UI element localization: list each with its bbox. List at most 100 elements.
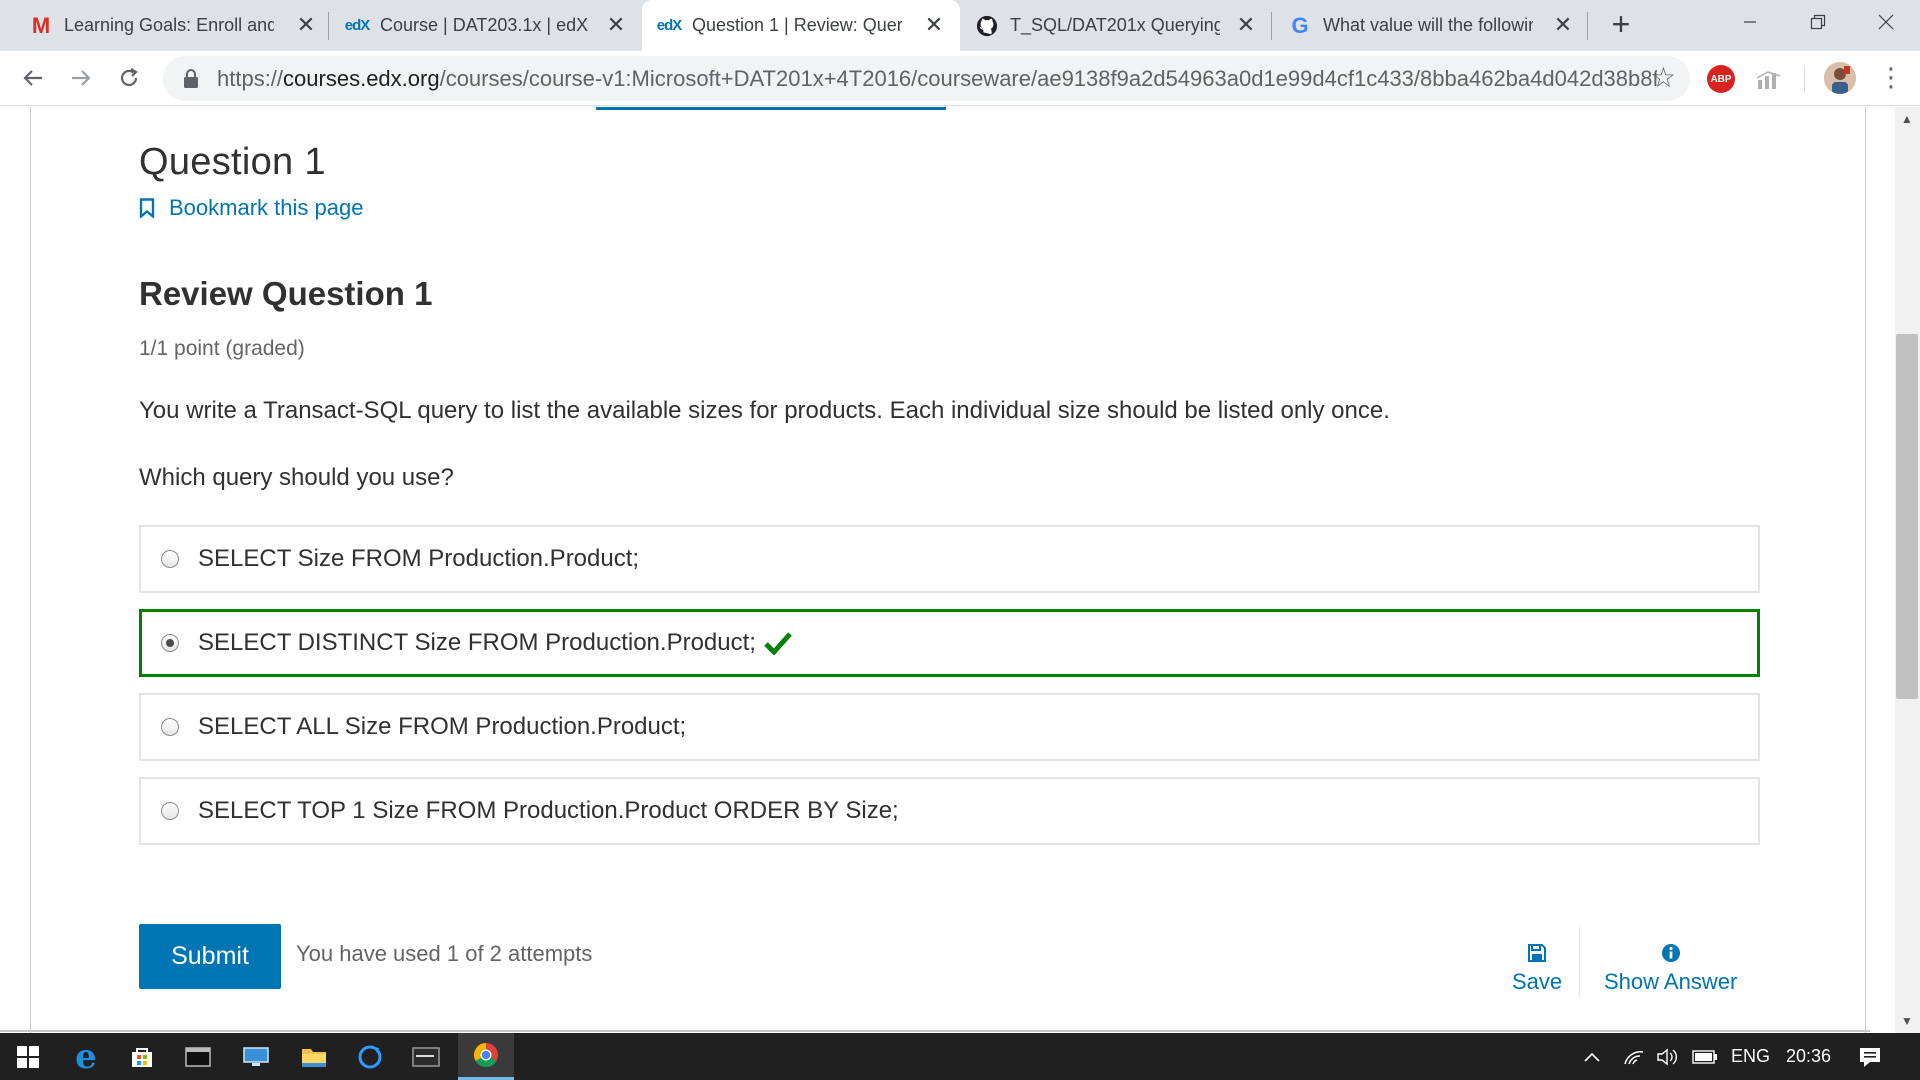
tab-course[interactable]: edX Course | DAT203.1x | edX ✕ <box>330 0 642 51</box>
taskbar-store[interactable] <box>114 1033 170 1080</box>
choice-option[interactable]: SELECT Size FROM Production.Product; <box>139 525 1760 593</box>
close-tab-icon[interactable]: ✕ <box>1234 13 1258 37</box>
content-bottom-border <box>0 1030 1870 1032</box>
page-content: Question 1 Bookmark this page Review Que… <box>0 107 1920 1033</box>
back-button[interactable] <box>16 61 50 95</box>
info-icon <box>1661 944 1680 962</box>
taskbar-sql-tool[interactable] <box>398 1033 454 1080</box>
minimize-button[interactable] <box>1716 0 1784 44</box>
gmail-icon: M <box>31 12 51 38</box>
checkmark-icon <box>764 632 792 655</box>
tab-title: Course | DAT203.1x | edX <box>380 15 589 35</box>
wifi-icon <box>1624 1050 1644 1064</box>
restore-button[interactable] <box>1784 0 1852 44</box>
forward-button[interactable] <box>64 61 98 95</box>
chevron-up-icon <box>1584 1052 1600 1062</box>
reload-button[interactable] <box>112 61 146 95</box>
choice-label: SELECT DISTINCT Size FROM Production.Pro… <box>198 629 756 656</box>
taskbar-file-explorer[interactable] <box>286 1033 342 1080</box>
show-answer-button[interactable]: Show Answer <box>1604 943 1737 995</box>
problem-question: Which query should you use? <box>139 464 454 491</box>
browser-menu-icon[interactable]: ⋮ <box>1878 62 1904 94</box>
windows-logo-icon <box>17 1045 39 1068</box>
start-button[interactable] <box>0 1033 56 1080</box>
adblock-plus-icon[interactable]: ABP <box>1707 65 1735 93</box>
tab-title: Question 1 | Review: Queryi <box>692 15 902 35</box>
radio-button[interactable] <box>161 718 179 736</box>
content-border-left <box>30 107 31 1033</box>
tab-title: T_SQL/DAT201x Querying w <box>1010 15 1220 35</box>
tab-separator <box>328 12 329 40</box>
bookmark-icon <box>139 198 155 218</box>
battery-status[interactable] <box>1692 1033 1718 1080</box>
tab-separator <box>1587 12 1588 40</box>
tab-title: Learning Goals: Enroll and c <box>64 15 274 35</box>
choice-option[interactable]: SELECT ALL Size FROM Production.Product; <box>139 693 1760 761</box>
close-tab-icon[interactable]: ✕ <box>922 13 946 37</box>
language-indicator[interactable]: ENG <box>1731 1033 1770 1080</box>
radio-button[interactable] <box>161 550 179 568</box>
volume-status[interactable] <box>1656 1033 1680 1080</box>
close-tab-icon[interactable]: ✕ <box>1551 13 1575 37</box>
show-hidden-icons[interactable] <box>1583 1033 1601 1080</box>
edge-icon: e <box>75 1036 97 1077</box>
attempts-text: You have used 1 of 2 attempts <box>296 941 593 966</box>
tab-title: What value will the followin <box>1323 15 1533 35</box>
taskbar-app[interactable] <box>342 1033 398 1080</box>
choice-option[interactable]: SELECT TOP 1 Size FROM Production.Produc… <box>139 777 1760 845</box>
close-tab-icon[interactable]: ✕ <box>294 13 318 37</box>
show-answer-label: Show Answer <box>1604 969 1738 994</box>
problem-title: Review Question 1 <box>139 275 433 312</box>
save-label: Save <box>1512 969 1563 994</box>
choice-option-correct[interactable]: SELECT DISTINCT Size FROM Production.Pro… <box>139 609 1760 677</box>
profile-avatar[interactable] <box>1824 62 1856 94</box>
tab-question-active[interactable]: edX Question 1 | Review: Queryi ✕ <box>642 0 960 51</box>
bookmark-star-icon[interactable]: ☆ <box>1651 64 1676 92</box>
problem-points: 1/1 point (graded) <box>139 337 305 360</box>
folder-icon <box>302 1048 326 1067</box>
tab-google[interactable]: G What value will the followin ✕ <box>1273 0 1589 51</box>
taskbar-edge[interactable]: e <box>58 1033 114 1080</box>
close-tab-icon[interactable]: ✕ <box>604 13 628 37</box>
taskbar-terminal[interactable] <box>170 1033 226 1080</box>
radio-button[interactable] <box>161 802 179 820</box>
lock-icon <box>184 68 198 88</box>
choice-label: SELECT Size FROM Production.Product; <box>198 545 640 572</box>
toolbar-separator <box>1804 66 1805 92</box>
bookmark-page-link[interactable]: Bookmark this page <box>139 195 363 221</box>
save-button[interactable]: Save <box>1512 943 1562 995</box>
choice-label: SELECT TOP 1 Size FROM Production.Produc… <box>198 797 899 824</box>
taskbar-remote-desktop[interactable] <box>228 1033 284 1080</box>
taskbar-chrome[interactable] <box>458 1033 514 1080</box>
google-icon: G <box>1291 12 1309 38</box>
edx-icon: edX <box>656 17 683 34</box>
tab-gmail[interactable]: M Learning Goals: Enroll and c ✕ <box>14 0 332 51</box>
action-separator <box>1579 927 1580 997</box>
address-bar[interactable]: https://courses.edx.org/courses/course-v… <box>163 56 1690 101</box>
extension-icon[interactable] <box>1756 70 1782 90</box>
action-center[interactable] <box>1858 1033 1882 1080</box>
content-border-right <box>1865 107 1866 1033</box>
scroll-down-arrow-icon[interactable]: ▼ <box>1899 1014 1915 1028</box>
scrollbar-thumb[interactable] <box>1896 334 1918 699</box>
windows-taskbar: e ENG 20:36 <box>0 1033 1920 1080</box>
scroll-up-arrow-icon[interactable]: ▲ <box>1899 112 1915 126</box>
clock[interactable]: 20:36 <box>1786 1033 1831 1080</box>
refresh-app-icon <box>358 1045 382 1068</box>
store-icon <box>132 1047 152 1067</box>
close-window-button[interactable] <box>1852 0 1920 44</box>
tab-github[interactable]: T_SQL/DAT201x Querying w ✕ <box>960 0 1272 51</box>
reload-icon <box>120 68 138 87</box>
edx-icon: edX <box>344 17 371 34</box>
radio-button-selected[interactable] <box>161 634 179 652</box>
page-title: Question 1 <box>139 141 326 183</box>
wifi-status[interactable] <box>1623 1033 1645 1080</box>
tab-strip: M Learning Goals: Enroll and c ✕ edX Cou… <box>0 0 1920 51</box>
save-icon <box>1528 944 1547 962</box>
new-tab-button[interactable]: + <box>1604 8 1638 42</box>
bookmark-label: Bookmark this page <box>169 195 364 220</box>
chrome-icon <box>473 1043 498 1068</box>
problem-prompt: You write a Transact-SQL query to list t… <box>139 397 1390 424</box>
browser-toolbar: https://courses.edx.org/courses/course-v… <box>0 51 1920 106</box>
submit-button[interactable]: Submit <box>139 924 281 989</box>
